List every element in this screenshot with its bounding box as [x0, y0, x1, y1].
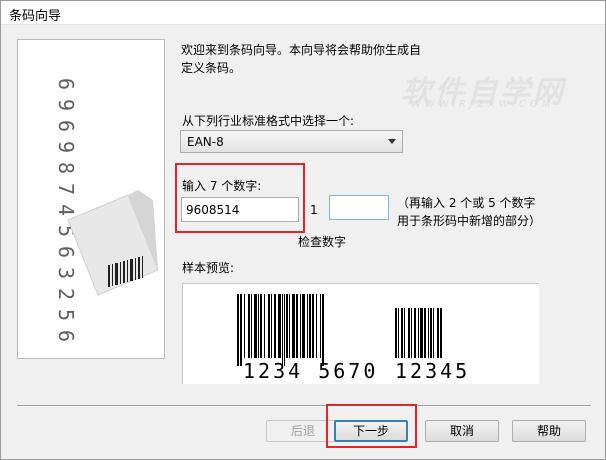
barcode-bar — [414, 308, 416, 358]
barcode-bar — [408, 308, 410, 358]
format-select[interactable]: EAN-8 — [180, 130, 403, 153]
barcode-bar — [296, 294, 298, 358]
barcode-bar — [240, 294, 242, 366]
illustration-digit: 6 — [54, 77, 78, 91]
check-digit-value: 1 — [310, 203, 318, 217]
barcode-bar — [244, 294, 245, 358]
barcode-bar — [302, 294, 305, 358]
barcode-bar — [440, 308, 442, 358]
barcode-bar — [309, 294, 311, 358]
watermark-url: WWW.RJZXW.COM — [411, 99, 555, 110]
check-digit-label: 检查数字 — [298, 235, 347, 249]
addon-hint-line2: 用于条形码中新增的部分） — [397, 214, 542, 228]
barcode-wizard-window: 条码向导 6523654789696 欢迎来到条码向导。本向导将会帮助你生成自定… — [0, 0, 606, 460]
barcode-bar — [264, 294, 265, 358]
title-bar[interactable]: 条码向导 — [1, 1, 605, 25]
barcode-bar — [260, 294, 262, 358]
barcode-bar — [292, 294, 295, 358]
addon-digits-input[interactable] — [329, 195, 389, 220]
barcode-bar — [428, 308, 429, 358]
barcode-bar — [420, 308, 423, 358]
barcode-bar — [258, 294, 259, 358]
barcode-bar — [254, 294, 257, 358]
barcode-bar — [300, 294, 301, 358]
barcode-bar — [433, 308, 434, 358]
barcode-bar — [320, 294, 321, 358]
chevron-down-icon — [388, 139, 396, 144]
barcode-bar — [286, 294, 288, 358]
barcode-bar — [282, 294, 283, 366]
barcode-bar — [312, 294, 314, 358]
barcode-bar — [278, 294, 281, 358]
barcode-bar — [274, 294, 276, 358]
next-button[interactable]: 下一步 — [334, 420, 408, 442]
barcode-bar — [395, 308, 397, 358]
format-label: 从下列行业标准格式中选择一个: — [182, 114, 355, 128]
barcode-preview-image: 1234 5670 12345 — [237, 294, 470, 383]
wizard-illustration: 6523654789696 — [17, 39, 165, 359]
format-selected-value: EAN-8 — [187, 135, 224, 149]
barcode-bar — [404, 308, 405, 358]
divider — [17, 405, 591, 407]
barcode-bar — [307, 294, 308, 358]
digits-label: 输入 7 个数字: — [182, 179, 262, 193]
barcode-bar — [271, 294, 272, 358]
barcode-bar — [316, 294, 317, 358]
barcode-bar — [284, 294, 285, 366]
barcode-bar — [289, 294, 290, 358]
barcode-bar — [268, 294, 270, 358]
barcode-sticker-image — [67, 190, 159, 296]
barcode-bar — [430, 308, 432, 358]
barcode-bar — [398, 308, 399, 358]
addon-hint-line1: （再输入 2 个或 5 个数字 — [397, 196, 536, 210]
barcode-bar — [411, 308, 412, 358]
barcode-bar — [424, 308, 426, 358]
barcode-bar — [251, 294, 252, 358]
preview-addon-digits: 12345 — [395, 359, 470, 383]
barcode-bar — [401, 308, 403, 358]
welcome-text: 欢迎来到条码向导。本向导将会帮助你生成自定义条码。 — [181, 43, 422, 75]
barcode-bar — [237, 294, 239, 366]
barcode-bar — [322, 294, 324, 366]
help-button[interactable]: 帮助 — [512, 420, 586, 442]
barcode-bar — [248, 294, 250, 358]
barcode-bar — [418, 308, 419, 358]
digits-input[interactable]: 9608514 — [181, 197, 299, 222]
addon-hint: （再输入 2 个或 5 个数字 用于条形码中新增的部分） — [397, 194, 541, 230]
barcode-preview: 1234 5670 12345 — [182, 283, 539, 384]
preview-label: 样本预览: — [182, 261, 235, 275]
barcode-bar — [437, 308, 439, 358]
preview-main-digits: 1234 5670 — [243, 359, 378, 383]
window-title: 条码向导 — [9, 9, 62, 24]
cancel-button[interactable]: 取消 — [425, 420, 499, 442]
